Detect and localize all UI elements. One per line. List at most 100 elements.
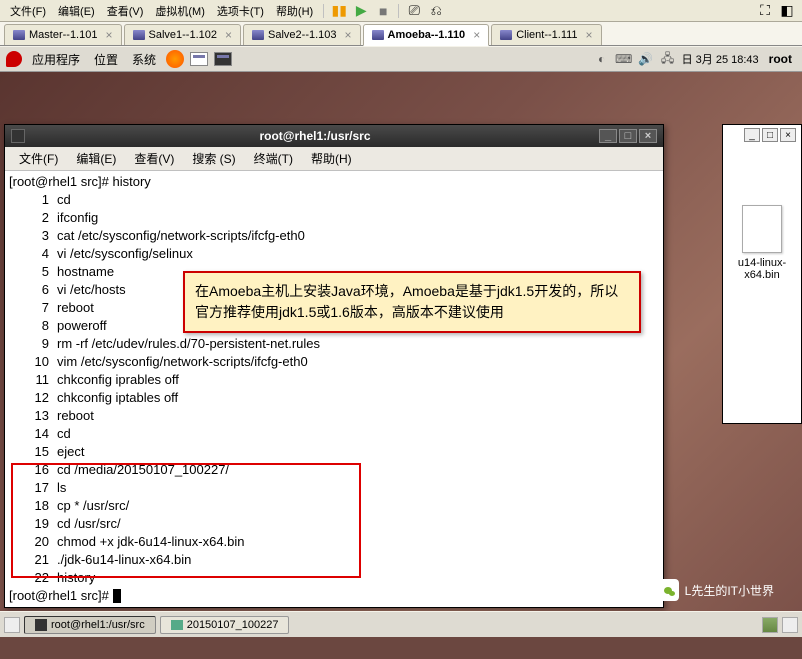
- show-desktop-icon[interactable]: [4, 617, 20, 633]
- close-icon[interactable]: ×: [473, 28, 480, 42]
- terminal-line: 13reboot: [9, 407, 659, 425]
- terminal-icon: [35, 619, 47, 631]
- terminal-line: 19cd /usr/src/: [9, 515, 659, 533]
- terminal-line: 12chkconfig iptables off: [9, 389, 659, 407]
- filemgr-window-controls: _ □ ×: [744, 128, 796, 142]
- terminal-line: 9rm -rf /etc/udev/rules.d/70-persistent-…: [9, 335, 659, 353]
- keyboard-icon[interactable]: ⌨: [616, 51, 632, 67]
- vm-menu-file[interactable]: 文件(F): [4, 1, 52, 21]
- callout-note: 在Amoeba主机上安装Java环境，Amoeba是基于jdk1.5开发的，所以…: [183, 271, 641, 333]
- terminal-line: 21./jdk-6u14-linux-x64.bin: [9, 551, 659, 569]
- term-menu-edit[interactable]: 编辑(E): [68, 148, 124, 169]
- tab-label: Client--1.111: [516, 29, 577, 41]
- terminal-line: 10vim /etc/sysconfig/network-scripts/ifc…: [9, 353, 659, 371]
- term-menu-help[interactable]: 帮助(H): [303, 148, 360, 169]
- tab-label: Salve1--1.102: [149, 29, 218, 41]
- unity-icon[interactable]: ◧: [778, 2, 796, 20]
- gnome-top-panel: 应用程序 位置 系统 ◐ ⌨ 🔊 🖧 日 3月 25 18:43 root: [0, 46, 802, 72]
- user-menu[interactable]: root: [765, 50, 796, 68]
- clock[interactable]: 日 3月 25 18:43: [682, 51, 759, 67]
- snapshot-icon[interactable]: ⎚: [405, 2, 423, 20]
- close-icon[interactable]: ×: [586, 28, 593, 42]
- taskbar-item-terminal[interactable]: root@rhel1:/usr/src: [24, 616, 156, 634]
- term-menu-terminal[interactable]: 终端(T): [246, 148, 301, 169]
- terminal-line: 16cd /media/20150107_100227/: [9, 461, 659, 479]
- vm-icon: [372, 30, 384, 40]
- terminal-line: 18cp * /usr/src/: [9, 497, 659, 515]
- terminal-line: 17ls: [9, 479, 659, 497]
- close-icon[interactable]: ×: [105, 28, 112, 42]
- terminal-line: 20chmod +x jdk-6u14-linux-x64.bin: [9, 533, 659, 551]
- term-menu-search[interactable]: 搜索 (S): [184, 148, 243, 169]
- close-button[interactable]: ×: [639, 129, 657, 143]
- gnome-places-menu[interactable]: 位置: [90, 49, 122, 70]
- firefox-icon[interactable]: [166, 50, 184, 68]
- minimize-button[interactable]: _: [744, 128, 760, 142]
- terminal-window: root@rhel1:/usr/src _ □ × 文件(F) 编辑(E) 查看…: [4, 124, 664, 608]
- file-label: u14-linux-x64.bin: [723, 257, 801, 281]
- vm-menu-view[interactable]: 查看(V): [101, 1, 150, 21]
- maximize-button[interactable]: □: [619, 129, 637, 143]
- terminal-line: 4vi /etc/sysconfig/selinux: [9, 245, 659, 263]
- snapshot-mgr-icon[interactable]: ⎌: [427, 2, 445, 20]
- redhat-icon[interactable]: [6, 51, 22, 67]
- pause-icon[interactable]: ▮▮: [330, 2, 348, 20]
- terminal-line: 22history: [9, 569, 659, 587]
- vm-icon: [13, 30, 25, 40]
- vm-menu-edit[interactable]: 编辑(E): [52, 1, 101, 21]
- terminal-titlebar[interactable]: root@rhel1:/usr/src _ □ ×: [5, 125, 663, 147]
- vm-menu-tabs[interactable]: 选项卡(T): [211, 1, 270, 21]
- terminal-line: [root@rhel1 src]# history: [9, 173, 659, 191]
- desktop: u14-linux-x64.bin _ □ × root@rhel1:/usr/…: [0, 72, 802, 637]
- close-icon[interactable]: ×: [345, 28, 352, 42]
- close-button[interactable]: ×: [780, 128, 796, 142]
- gnome-apps-menu[interactable]: 应用程序: [28, 49, 84, 70]
- vm-tabs: Master--1.101 × Salve1--1.102 × Salve2--1.…: [0, 22, 802, 46]
- term-menu-file[interactable]: 文件(F): [11, 148, 66, 169]
- folder-icon: [171, 620, 183, 630]
- file-icon[interactable]: [742, 205, 782, 253]
- updates-icon[interactable]: ◐: [594, 51, 610, 67]
- vm-tab-salve1[interactable]: Salve1--1.102 ×: [124, 24, 242, 45]
- minimize-button[interactable]: _: [599, 129, 617, 143]
- taskbar-item-folder[interactable]: 20150107_100227: [160, 616, 290, 634]
- vm-icon: [252, 30, 264, 40]
- volume-icon[interactable]: 🔊: [638, 51, 654, 67]
- vm-tab-amoeba[interactable]: Amoeba--1.110 ×: [363, 24, 490, 46]
- gnome-bottom-panel: root@rhel1:/usr/src 20150107_100227: [0, 611, 802, 637]
- terminal-line: 14cd: [9, 425, 659, 443]
- terminal-line: 1cd: [9, 191, 659, 209]
- maximize-button[interactable]: □: [762, 128, 778, 142]
- vm-tab-master[interactable]: Master--1.101 ×: [4, 24, 122, 45]
- terminal-line: 3cat /etc/sysconfig/network-scripts/ifcf…: [9, 227, 659, 245]
- play-icon[interactable]: ▶: [352, 2, 370, 20]
- cursor: [113, 589, 121, 603]
- stop-icon[interactable]: ■: [374, 2, 392, 20]
- workspace-2[interactable]: [782, 617, 798, 633]
- term-menu-view[interactable]: 查看(V): [126, 148, 182, 169]
- network-icon[interactable]: 🖧: [660, 51, 676, 67]
- terminal-menubar: 文件(F) 编辑(E) 查看(V) 搜索 (S) 终端(T) 帮助(H): [5, 147, 663, 171]
- gnome-system-menu[interactable]: 系统: [128, 49, 160, 70]
- nautilus-icon[interactable]: [190, 52, 208, 66]
- vm-icon: [133, 30, 145, 40]
- terminal-line: 15eject: [9, 443, 659, 461]
- fullscreen-icon[interactable]: ⛶: [756, 2, 774, 20]
- terminal-body[interactable]: [root@rhel1 src]# history 1cd2ifconfig3c…: [5, 171, 663, 607]
- tab-label: Master--1.101: [29, 29, 97, 41]
- vm-tab-salve2[interactable]: Salve2--1.103×: [243, 24, 361, 45]
- tab-label: Amoeba--1.110: [388, 29, 466, 41]
- watermark: L先生的IT小世界: [657, 579, 774, 601]
- close-icon[interactable]: ×: [225, 28, 232, 42]
- taskbar-label: 20150107_100227: [187, 619, 279, 631]
- separator: [323, 4, 324, 18]
- vm-menu-help[interactable]: 帮助(H): [270, 1, 319, 21]
- terminal-launcher-icon[interactable]: [214, 52, 232, 66]
- workspace-1[interactable]: [762, 617, 778, 633]
- vm-menu-vm[interactable]: 虚拟机(M): [149, 1, 211, 21]
- background-file-manager[interactable]: u14-linux-x64.bin: [722, 124, 802, 424]
- terminal-line: 2ifconfig: [9, 209, 659, 227]
- vm-tab-client[interactable]: Client--1.111 ×: [491, 24, 601, 45]
- taskbar-label: root@rhel1:/usr/src: [51, 619, 145, 631]
- terminal-prompt: [root@rhel1 src]#: [9, 587, 659, 605]
